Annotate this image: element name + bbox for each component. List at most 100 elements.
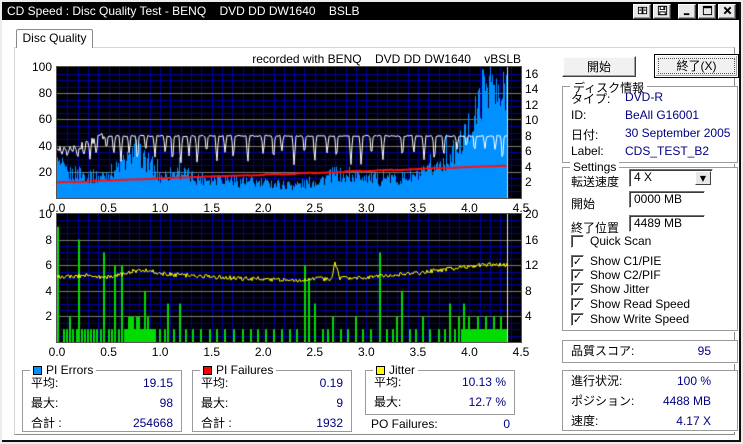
pie-chart-canvas [57,67,521,198]
maximize-icon [702,4,713,19]
title-bar[interactable]: CD Speed : Disc Quality Test - BENQ DVD … [2,2,739,20]
pi-errors-title: PI Errors [46,363,94,377]
show-c1-pie-checkbox-icon[interactable]: ✓ [571,254,584,268]
jitter-title: Jitter [389,363,416,377]
speed-row-label: 速度: [571,414,599,428]
pi-errors-color-swatch [33,366,42,375]
save-button[interactable] [653,3,671,19]
pi-failures-total-value: 1932 [316,416,343,430]
position-row: ポジション: 4488 MB [563,391,737,411]
pi-errors-legend: PI Errors [30,363,97,377]
pi-errors-box: PI Errors 平均: 19.15 最大: 98 合計 :254668 [22,363,182,432]
disc-label-label: Label: [571,144,604,158]
minimize-button[interactable] [678,3,696,19]
jitter-legend: Jitter [373,363,419,377]
disc-id-row: ID: BeAll G16001 [571,108,699,122]
pi-failures-total-row: 合計 : 1932 [193,413,351,433]
chevron-down-icon[interactable]: ▼ [695,171,711,185]
checkbox-show-read-speed[interactable]: ✓ Show Read Speed [571,297,690,311]
pi-errors-max-row: 最大: 98 [23,393,181,413]
copy-button[interactable] [633,3,651,19]
quick-scan-label: Quick Scan [590,234,652,248]
pif-jitter-chart-plot [56,213,522,343]
show-read-speed-checkbox-icon[interactable]: ✓ [571,297,584,311]
exit-button[interactable]: 終了(X) [654,54,739,78]
save-icon [657,4,668,19]
checkbox-show-c1-pie[interactable]: ✓ Show C1/PIE [571,254,661,268]
copy-icon [637,4,648,19]
minimize-icon [682,4,693,19]
position-label: ポジション: [571,394,635,408]
end-pos-input[interactable]: 4489 MB [629,215,705,232]
pif-jitter-chart-canvas [57,214,521,342]
jitter-max-label: 最大: [374,395,402,409]
show-c1-pie-label: Show C1/PIE [590,254,662,268]
pi-failures-total-label: 合計 : [201,416,232,430]
disc-date-row: 日付: 30 September 2005 [571,126,730,143]
speed-row-value: 4.17 X [676,414,711,428]
disc-id-label: ID: [571,108,587,122]
cd-speed-window: CD Speed : Disc Quality Test - BENQ DVD … [0,0,743,444]
pi-failures-max-row: 最大: 9 [193,393,351,413]
pi-failures-legend: PI Failures [200,363,277,377]
pi-errors-total-label: 合計 : [31,416,62,430]
po-failures-value: 0 [503,417,510,431]
quality-score-value: 95 [697,344,711,358]
jitter-box: Jitter 平均: 10.13 % 最大: 12.7 % [365,363,515,415]
window-title: CD Speed : Disc Quality Test - BENQ DVD … [7,4,360,18]
speed-combobox[interactable]: 4 X ▼ [629,169,713,187]
checkbox-show-jitter[interactable]: ✓ Show Jitter [571,282,649,296]
show-read-speed-label: Show Read Speed [590,297,691,311]
disc-label-value: CDS_TEST_B2 [625,144,710,158]
show-write-speed-checkbox-icon[interactable]: ✓ [571,312,584,326]
pi-failures-avg-value: 0.19 [319,376,343,390]
disc-type-label: タイプ: [571,92,611,106]
pi-failures-max-label: 最大: [201,396,229,410]
disc-type-row: タイプ: DVD-R [571,90,663,107]
maximize-button[interactable] [698,3,716,19]
quality-score-row: 品質スコア: 95 [563,341,737,362]
checkbox-quick-scan[interactable]: Quick Scan [571,234,651,248]
progress-value: 100 % [676,374,711,388]
checkbox-show-write-speed[interactable]: ✓ Show Write Speed [571,312,689,326]
recorded-with-caption: recorded with BENQ DVD DD DW1640 vBSLB [252,52,521,66]
speed-combobox-value: 4 X [634,170,653,184]
show-jitter-checkbox-icon[interactable]: ✓ [571,282,584,296]
show-write-speed-label: Show Write Speed [590,312,690,326]
progress-box: 進行状況: 100 % ポジション: 4488 MB 速度: 4.17 X [562,370,738,431]
pi-errors-max-value: 98 [159,396,173,410]
tab-label: Disc Quality [22,31,87,45]
progress-row: 進行状況: 100 % [563,371,737,391]
settings-title: Settings [570,160,620,174]
close-button[interactable] [718,3,736,19]
checkbox-show-c2-pif[interactable]: ✓ Show C2/PIF [571,268,661,282]
pi-errors-total-value: 254668 [132,416,173,430]
pi-failures-box: PI Failures 平均: 0.19 最大: 9 合計 :1932 [192,363,352,433]
progress-label: 進行状況: [571,374,623,388]
disc-date-value: 30 September 2005 [625,126,731,140]
po-failures-label: PO Failures: [371,417,438,431]
start-pos-value: 0000 MB [634,192,683,206]
jitter-avg-value: 10.13 % [461,375,506,389]
start-button-label: 開始 [586,60,611,74]
jitter-max-row: 最大: 12.7 % [366,392,514,412]
show-c2-pif-checkbox-icon[interactable]: ✓ [571,268,584,282]
speed-label: 転送速度 [571,175,620,189]
exit-button-label: 終了(X) [676,59,717,73]
tab-disc-quality[interactable]: Disc Quality [16,29,93,48]
quality-score-label: 品質スコア: [571,344,635,358]
pi-failures-max-value: 9 [336,396,343,410]
pi-failures-title: PI Failures [216,363,274,377]
show-jitter-label: Show Jitter [590,282,650,296]
disc-type-value: DVD-R [625,90,663,104]
close-icon [722,4,733,19]
titlebar-buttons [633,2,736,20]
pi-failures-color-swatch [203,366,212,375]
end-pos-value: 4489 MB [634,216,683,230]
pi-errors-max-label: 最大: [31,396,59,410]
start-pos-input[interactable]: 0000 MB [629,191,705,208]
quick-scan-checkbox-icon[interactable] [571,234,584,248]
disc-label-row: Label: CDS_TEST_B2 [571,144,709,158]
start-button[interactable]: 開始 [562,56,636,77]
jitter-color-swatch [376,366,385,375]
